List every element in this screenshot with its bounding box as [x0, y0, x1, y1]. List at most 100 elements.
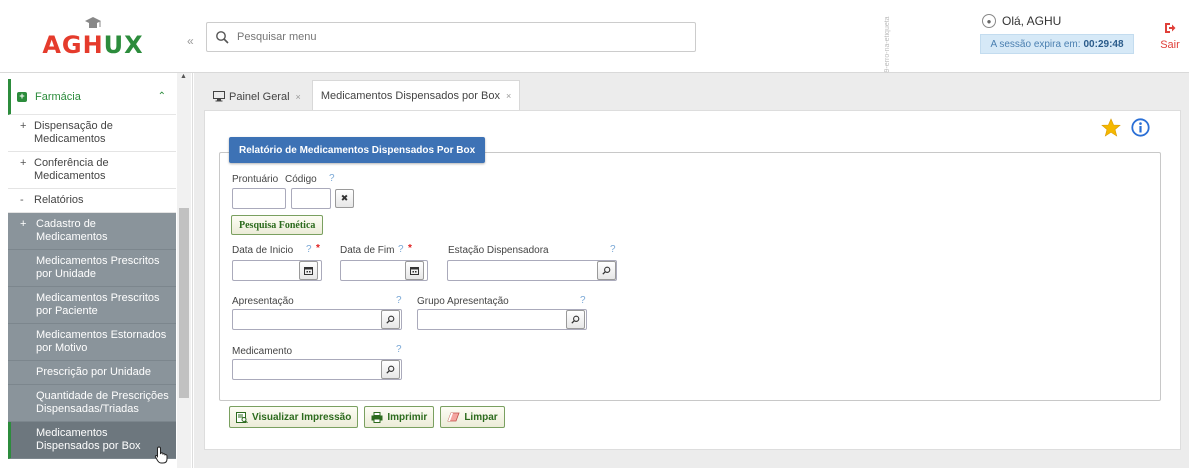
grupo-apresentacao-input[interactable] [417, 309, 587, 330]
top-header: AGHUX « V. 10.65.11-70469-erro-na-etique… [0, 0, 1189, 125]
logo-wordmark: AGHUX [42, 31, 144, 59]
eraser-icon [447, 412, 460, 422]
sidebar-menu: + Farmácia ⌃ + Dispensação de Medicament… [8, 79, 176, 468]
action-bar: Visualizar Impressão Imprimir Limpar [229, 406, 505, 428]
page-actions [1101, 115, 1161, 139]
scroll-up-arrow-icon[interactable]: ▲ [180, 73, 187, 80]
prontuario-input[interactable] [232, 188, 286, 209]
sidebar-section-farmacia[interactable]: + Farmácia ⌃ [8, 79, 176, 115]
tab-label: Painel Geral [229, 90, 290, 103]
sidebar-item-label: Cadastro de Medicamentos [36, 218, 108, 243]
tab-label: Medicamentos Dispensados por Box [320, 89, 500, 102]
data-inicio-help-icon[interactable]: ? [306, 244, 312, 255]
required-marker: * [408, 243, 412, 254]
data-fim-help-icon[interactable]: ? [398, 244, 404, 255]
apresentacao-input[interactable] [232, 309, 402, 330]
medicamento-input[interactable] [232, 359, 402, 380]
hand-cursor-icon [154, 446, 168, 464]
clear-button[interactable]: ✖ [335, 189, 354, 208]
grupo-search-button[interactable] [566, 310, 585, 329]
print-preview-icon [236, 411, 248, 423]
search-icon [602, 266, 611, 275]
collapse-icon: - [20, 194, 24, 206]
codigo-input[interactable] [291, 188, 331, 209]
expand-icon: + [20, 218, 27, 230]
grupo-help-icon[interactable]: ? [580, 295, 586, 306]
visualizar-impressao-button[interactable]: Visualizar Impressão [229, 406, 359, 428]
menu-search-input[interactable] [237, 31, 677, 43]
sidebar-section-label: Farmácia [35, 90, 81, 103]
sidebar-item-conferencia[interactable]: + Conferência de Medicamentos [8, 152, 176, 189]
required-marker: * [316, 243, 320, 254]
close-tab-icon[interactable]: × [296, 92, 301, 102]
session-time: 00:29:48 [1083, 38, 1124, 50]
search-icon [386, 315, 395, 324]
sidebar-item-label: Dispensação de Medicamentos [34, 120, 113, 145]
sidebar-item-label: Relatórios [34, 194, 84, 206]
sidebar-item-label: Conferência de Medicamentos [34, 157, 109, 182]
data-fim-calendar-button[interactable] [405, 261, 424, 280]
logout-button[interactable]: Sair [1158, 22, 1182, 51]
codigo-help-icon[interactable]: ? [329, 173, 335, 184]
user-icon[interactable]: ● [982, 14, 996, 28]
apresentacao-search-button[interactable] [381, 310, 400, 329]
sidebar-item-relatorios[interactable]: - Relatórios [8, 189, 176, 213]
search-icon [571, 315, 580, 324]
medicamento-search-button[interactable] [381, 360, 400, 379]
session-timer-badge: A sessão expira em: 00:29:48 [980, 34, 1134, 54]
sidebar-subitem-prescritos-unidade[interactable]: Medicamentos Prescritos por Unidade [8, 250, 176, 287]
graduation-cap-icon [85, 17, 101, 28]
scrollbar-thumb[interactable] [179, 208, 189, 398]
limpar-button[interactable]: Limpar [440, 406, 505, 428]
calendar-icon [304, 267, 313, 275]
star-favorite-icon[interactable] [1101, 117, 1121, 137]
apresentacao-label: Apresentação [232, 296, 294, 307]
search-icon [386, 365, 395, 374]
session-label: A sessão expira em: [990, 38, 1081, 50]
grupo-apresentacao-label: Grupo Apresentação [417, 296, 509, 307]
sidebar-subitem-prescritos-paciente[interactable]: Medicamentos Prescritos por Paciente [8, 287, 176, 324]
estacao-input[interactable] [447, 260, 617, 281]
monitor-icon [213, 91, 225, 102]
prontuario-label: Prontuário [232, 174, 279, 185]
data-inicio-calendar-button[interactable] [299, 261, 318, 280]
apresentacao-help-icon[interactable]: ? [396, 295, 402, 306]
sidebar-item-dispensacao[interactable]: + Dispensação de Medicamentos [8, 115, 176, 152]
expand-icon: + [20, 120, 27, 132]
main-area: Painel Geral × Medicamentos Dispensados … [194, 73, 1189, 468]
printer-icon [371, 411, 383, 423]
estacao-label: Estação Dispensadora [448, 245, 549, 256]
imprimir-button[interactable]: Imprimir [364, 406, 435, 428]
estacao-help-icon[interactable]: ? [610, 244, 616, 255]
sidebar-subitem-cadastro[interactable]: + Cadastro de Medicamentos [8, 213, 176, 250]
sidebar-subitem-prescricao-unidade[interactable]: Prescrição por Unidade [8, 361, 176, 385]
collapse-sidebar-button[interactable]: « [187, 34, 194, 48]
search-icon [216, 31, 229, 44]
tab-painel-geral[interactable]: Painel Geral × [204, 82, 310, 111]
close-icon: ✖ [340, 193, 349, 203]
plus-square-icon: + [17, 91, 27, 102]
codigo-label: Código [285, 174, 317, 185]
logout-label: Sair [1160, 39, 1180, 51]
visualizar-label: Visualizar Impressão [252, 411, 352, 423]
info-icon[interactable] [1131, 117, 1150, 137]
menu-search-box[interactable] [206, 22, 696, 52]
user-greeting[interactable]: Olá, AGHU [1002, 14, 1061, 28]
pesquisa-fonetica-button[interactable]: Pesquisa Fonética [231, 215, 324, 235]
medicamento-help-icon[interactable]: ? [396, 344, 402, 355]
user-area: ● Olá, AGHU A sessão expira em: 00:29:48 [980, 14, 1134, 54]
sign-out-icon [1165, 23, 1176, 33]
sidebar-scrollbar[interactable]: ▲ [177, 73, 191, 468]
estacao-search-button[interactable] [597, 261, 616, 280]
sidebar-subitem-dispensados-box[interactable]: Medicamentos Dispensados por Box [8, 422, 176, 459]
tab-content: Relatório de Medicamentos Dispensados Po… [204, 110, 1181, 450]
sidebar-subitem-quantidade[interactable]: Quantidade de Prescrições Dispensadas/Tr… [8, 385, 176, 422]
imprimir-label: Imprimir [387, 411, 428, 423]
aghux-logo[interactable]: AGHUX [8, 4, 178, 70]
sidebar-subitem-estornados[interactable]: Medicamentos Estornados por Motivo [8, 324, 176, 361]
limpar-label: Limpar [464, 411, 498, 423]
tab-medicamentos-dispensados[interactable]: Medicamentos Dispensados por Box × [311, 80, 521, 111]
close-tab-icon[interactable]: × [506, 91, 511, 101]
chevron-up-icon: ⌃ [157, 91, 166, 102]
medicamento-label: Medicamento [232, 346, 293, 357]
